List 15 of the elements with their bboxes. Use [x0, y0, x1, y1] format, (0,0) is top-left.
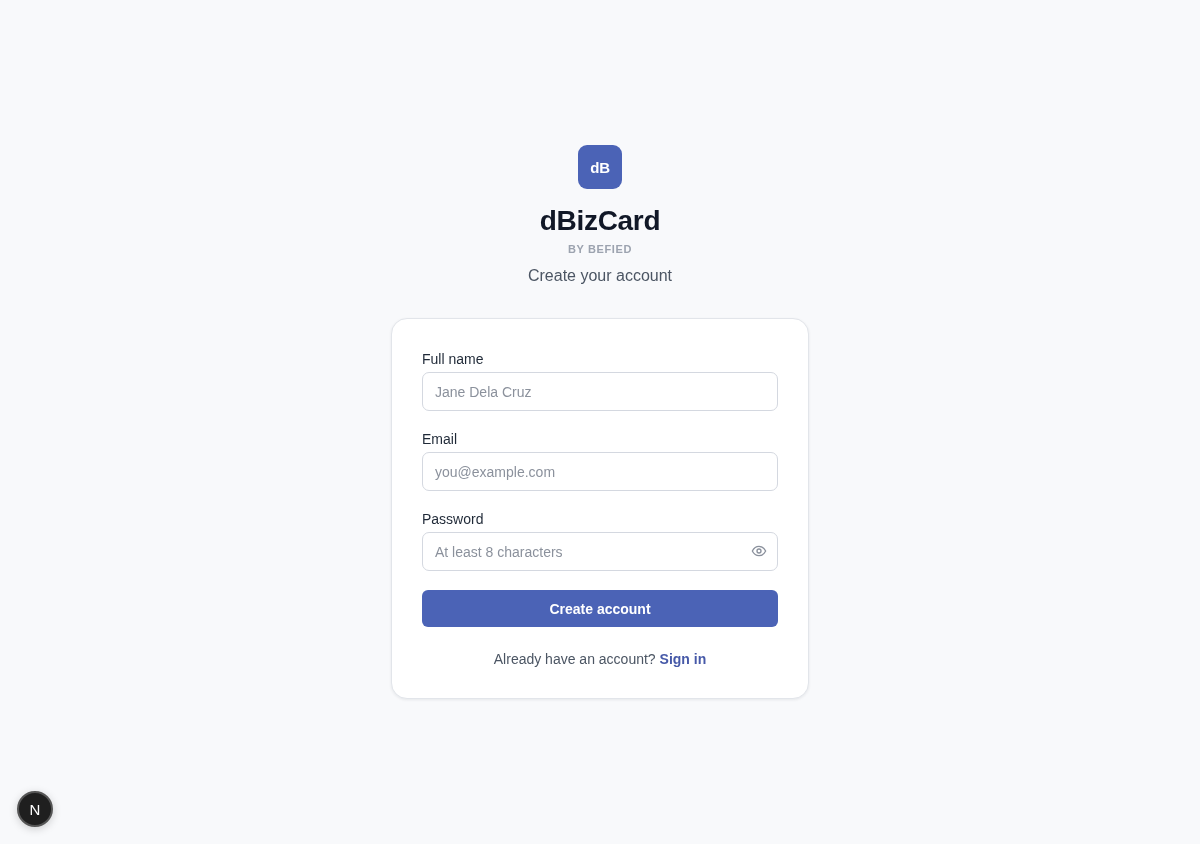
byline: BY BEFIED — [568, 242, 632, 257]
page-subtitle: Create your account — [527, 266, 673, 286]
sign-in-link[interactable]: Sign in — [659, 651, 707, 667]
input-field[interactable]: Jane Dela Cruz — [422, 372, 778, 411]
sign-in-prompt: Already have an account? Sign in — [492, 650, 708, 669]
input-field[interactable]: At least 8 characters — [422, 532, 778, 571]
field-label: Full name — [422, 350, 485, 369]
eye-icon[interactable] — [751, 543, 767, 559]
dev-tools-button[interactable]: N — [17, 791, 53, 827]
field-label: Password — [422, 510, 485, 529]
field-label: Email — [422, 430, 458, 449]
app-logo: dB — [578, 145, 622, 189]
app-title: dBizCard — [539, 204, 661, 238]
create-account-button[interactable]: Create account — [422, 590, 778, 627]
input-field[interactable]: you@example.com — [422, 452, 778, 491]
